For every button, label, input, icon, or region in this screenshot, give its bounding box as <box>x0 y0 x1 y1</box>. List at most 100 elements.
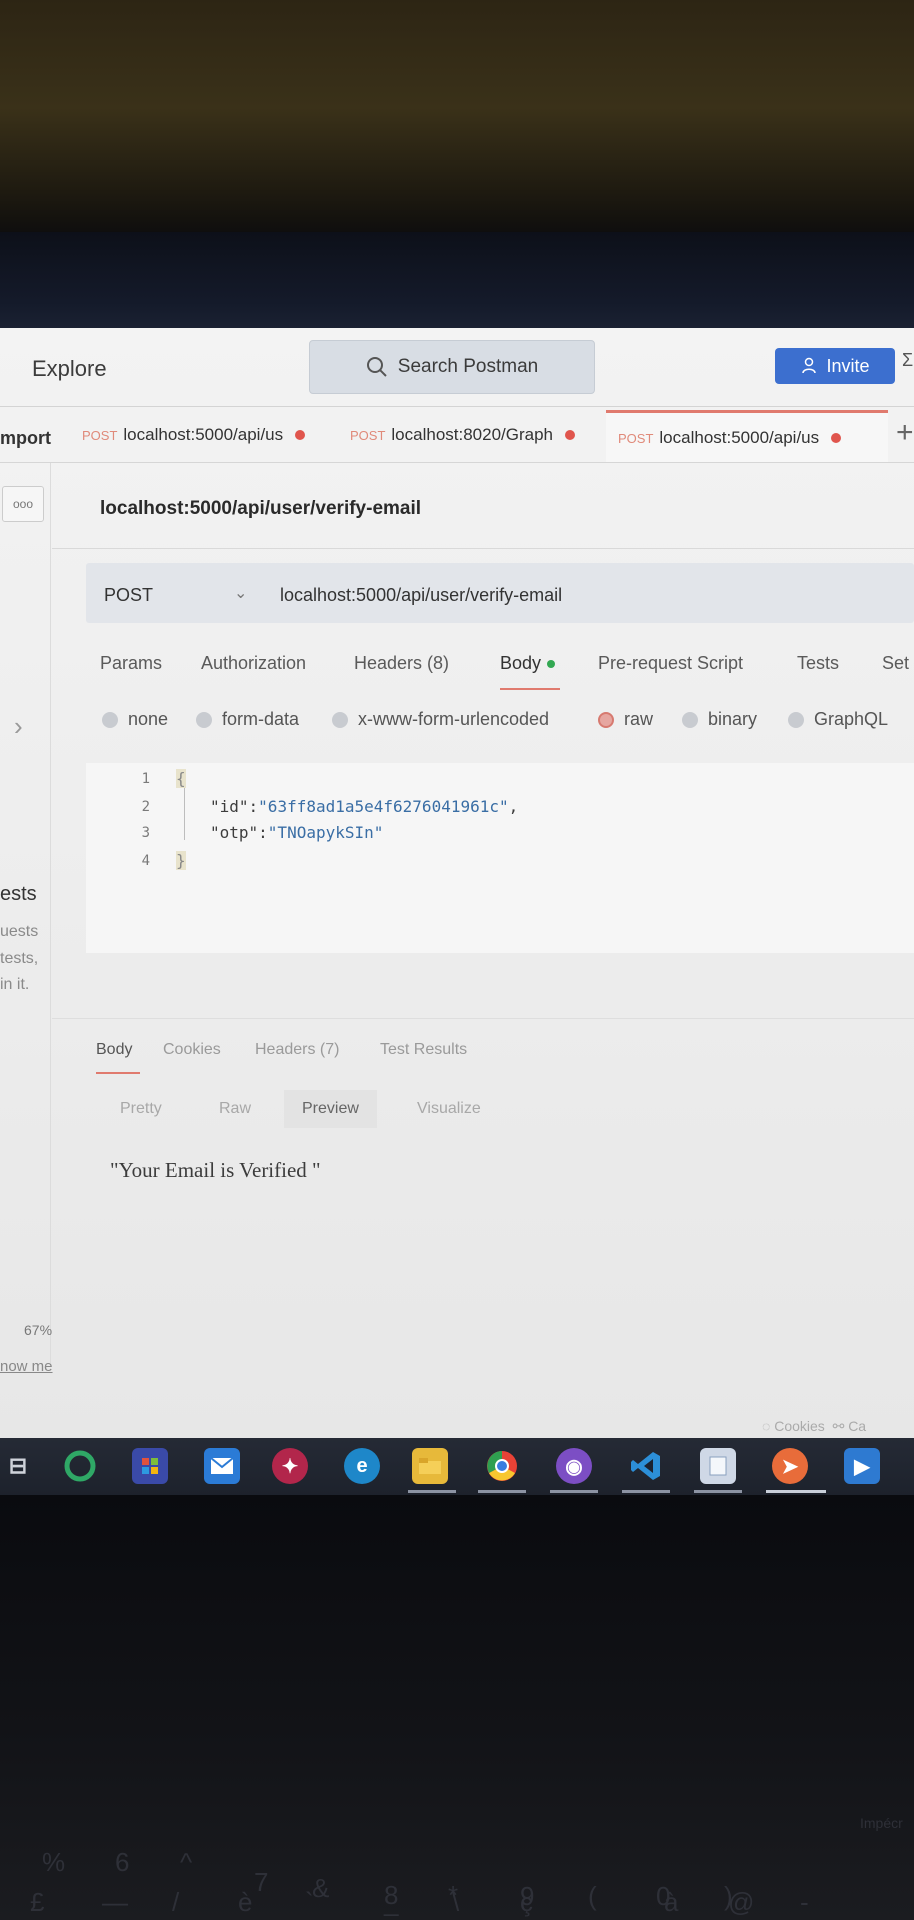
request-tab-1[interactable]: POST localhost:5000/api/us <box>82 410 306 460</box>
unsaved-dot-icon <box>295 430 306 440</box>
room-background <box>0 0 914 240</box>
keyboard-key: \ <box>452 1887 460 1917</box>
radio-label: GraphQL <box>814 709 889 729</box>
radio-binary[interactable]: binary <box>682 709 757 730</box>
radio-selected-icon <box>598 711 614 728</box>
show-me-link[interactable]: now me <box>0 1358 53 1375</box>
keyboard-key: % <box>42 1847 66 1877</box>
new-tab-button[interactable]: + <box>896 416 914 450</box>
request-tab-3[interactable]: POST localhost:5000/api/us <box>606 410 888 463</box>
code-line-4[interactable]: } <box>176 851 186 870</box>
running-indicator <box>694 1490 742 1493</box>
keyboard-key: - <box>800 1887 809 1917</box>
view-visualize[interactable]: Visualize <box>417 1100 481 1118</box>
body-status-dot-icon <box>547 660 556 669</box>
postman-icon[interactable]: ➤ <box>772 1448 808 1484</box>
json-value: "TNOapykSIn" <box>267 823 384 842</box>
response-tab-body[interactable]: Body <box>96 1041 132 1059</box>
monitor-bezel <box>0 232 914 332</box>
keyboard-key: à <box>664 1887 679 1917</box>
file-explorer-icon[interactable] <box>412 1448 448 1484</box>
search-box[interactable]: Search Postman <box>309 340 595 394</box>
view-preview[interactable]: Preview <box>284 1090 377 1128</box>
view-pretty[interactable]: Pretty <box>120 1100 162 1118</box>
vscode-icon[interactable] <box>628 1448 664 1484</box>
tab-label: localhost:5000/api/us <box>123 425 284 444</box>
media-player-icon[interactable]: ▶ <box>844 1448 880 1484</box>
response-tab-cookies[interactable]: Cookies <box>163 1041 221 1059</box>
keyboard-key: ^ <box>180 1847 193 1877</box>
app-red-icon[interactable]: ✦ <box>272 1448 308 1484</box>
response-tab-test-results[interactable]: Test Results <box>380 1041 467 1059</box>
mail-icon[interactable] <box>204 1448 240 1484</box>
invite-label: Invite <box>826 355 870 376</box>
radio-graphql[interactable]: GraphQL <box>788 709 888 730</box>
running-indicator <box>622 1490 670 1493</box>
tab-label: localhost:5000/api/us <box>659 428 820 447</box>
key-fn-label: Impécr <box>860 1815 903 1831</box>
keyboard-key: @ <box>728 1887 755 1917</box>
view-raw[interactable]: Raw <box>219 1100 251 1118</box>
keyboard-key: ( <box>588 1881 597 1911</box>
tab-settings[interactable]: Set <box>882 653 909 674</box>
tab-pre-request-script[interactable]: Pre-request Script <box>598 653 743 674</box>
cortana-icon[interactable] <box>62 1448 98 1484</box>
line-number: 3 <box>141 825 150 841</box>
active-tab-indicator <box>500 688 560 690</box>
radio-raw[interactable]: raw <box>598 709 653 730</box>
header-divider <box>0 406 914 407</box>
chevron-down-icon[interactable]: ⌄ <box>234 583 247 603</box>
sidebar-empty-line: in it. <box>0 976 30 993</box>
radio-x-www-form-urlencoded[interactable]: x-www-form-urlencoded <box>332 709 549 730</box>
store-icon[interactable] <box>132 1448 168 1484</box>
response-tab-headers[interactable]: Headers (7) <box>255 1041 339 1059</box>
code-line-2[interactable]: "id":"63ff8ad1a5e4f6276041961c", <box>210 797 518 816</box>
invite-button[interactable]: Invite <box>775 348 895 384</box>
radio-circle-icon <box>788 711 804 728</box>
notes-app-icon[interactable] <box>700 1448 736 1484</box>
tab-body[interactable]: Body <box>500 653 556 674</box>
explore-link[interactable]: Explore <box>32 356 107 382</box>
request-title[interactable]: localhost:5000/api/user/verify-email <box>100 498 421 520</box>
search-icon <box>366 357 387 377</box>
json-value: "63ff8ad1a5e4f6276041961c" <box>258 797 509 816</box>
tab-params[interactable]: Params <box>100 653 162 674</box>
zoom-level: 67% <box>24 1322 53 1338</box>
radio-label: form-data <box>222 709 300 729</box>
running-indicator <box>408 1490 456 1493</box>
header-extra-icon[interactable]: Σ <box>902 350 913 371</box>
keyboard-key: & <box>312 1873 330 1903</box>
import-button[interactable]: mport <box>0 428 51 449</box>
tab-authorization[interactable]: Authorization <box>201 653 306 674</box>
footer-cookies[interactable]: ◌ Cookies ⚯ Ca <box>762 1418 866 1435</box>
radio-circle-icon <box>682 711 698 728</box>
url-input[interactable]: localhost:5000/api/user/verify-email <box>280 585 562 606</box>
keyboard-key: ` <box>305 1887 314 1917</box>
method-select[interactable]: POST <box>104 585 153 606</box>
tab-tests[interactable]: Tests <box>797 653 839 674</box>
request-tab-2[interactable]: POST localhost:8020/Graph <box>350 410 576 460</box>
radio-form-data[interactable]: form-data <box>196 709 299 730</box>
code-line-1[interactable]: { <box>176 769 186 788</box>
radio-circle-icon <box>196 711 212 728</box>
tab-method: POST <box>618 430 654 446</box>
task-view-icon[interactable]: ⊟ <box>0 1448 36 1484</box>
more-options-button[interactable]: ooo <box>2 486 44 522</box>
chevron-right-icon[interactable]: › <box>14 711 23 742</box>
line-number: 4 <box>141 853 150 869</box>
json-key: "id": <box>210 797 259 816</box>
line-number: 2 <box>141 799 150 815</box>
radio-label: x-www-form-urlencoded <box>358 709 550 729</box>
body-editor[interactable] <box>86 763 914 953</box>
chrome-icon[interactable] <box>484 1448 520 1484</box>
json-key: "otp": <box>210 823 268 842</box>
close-brace: } <box>176 851 186 870</box>
edge-icon[interactable]: e <box>344 1448 380 1484</box>
tab-headers[interactable]: Headers (8) <box>354 653 449 674</box>
github-icon[interactable]: ◉ <box>556 1448 592 1484</box>
keyboard-key: ç <box>520 1887 533 1917</box>
radio-none[interactable]: none <box>102 709 168 730</box>
radio-label: binary <box>708 709 758 729</box>
keyboard-key: £ <box>30 1887 45 1917</box>
code-line-3[interactable]: "otp":"TNOapykSIn" <box>210 823 383 842</box>
